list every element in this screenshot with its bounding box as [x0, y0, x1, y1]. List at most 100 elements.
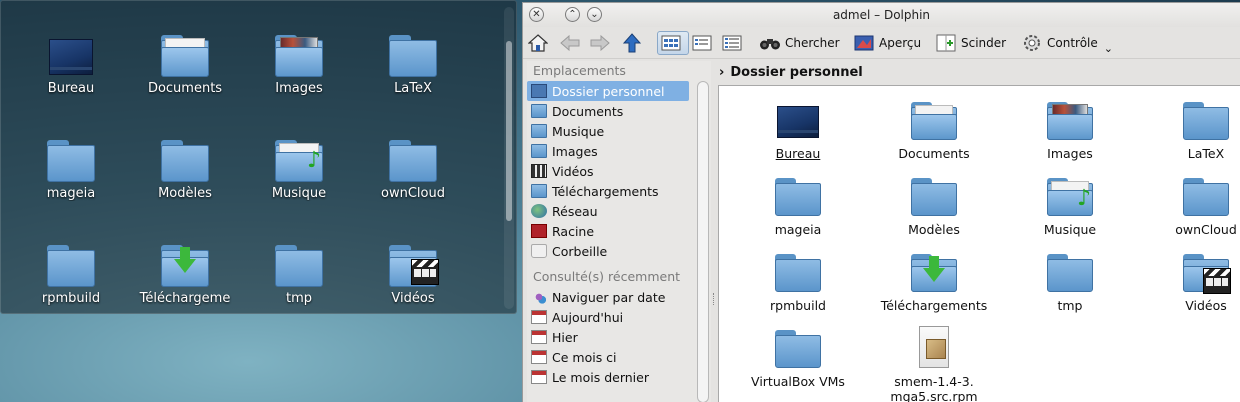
videos-folder-icon	[1183, 254, 1231, 294]
desktop-item-videos[interactable]: Vidéos	[357, 219, 469, 309]
file-item-smem-rpm[interactable]: smem-1.4-3. mga5.src.rpm	[867, 326, 1001, 402]
places-item-home[interactable]: Dossier personnel	[527, 81, 689, 101]
desktop-item-mageia[interactable]: mageia	[15, 114, 127, 204]
file-item-latex[interactable]: LaTeX	[1139, 102, 1240, 161]
places-item-trash[interactable]: Corbeille	[527, 241, 711, 261]
desktop-item-tmp[interactable]: tmp	[243, 219, 355, 309]
folder-icon	[1183, 102, 1229, 140]
compact-view-button[interactable]	[691, 31, 717, 55]
chevron-right-icon: ›	[719, 64, 725, 80]
recent-item-today[interactable]: Aujourd'hui	[527, 307, 711, 327]
rpm-package-icon	[911, 326, 957, 368]
up-button[interactable]	[621, 31, 647, 55]
desktop-item-bureau[interactable]: Bureau	[15, 9, 127, 99]
home-folder-icon	[531, 84, 547, 98]
folder-icon	[911, 178, 957, 216]
desktop-item-musique[interactable]: ♪ Musique	[243, 114, 355, 204]
gear-icon	[1021, 33, 1043, 53]
forward-button[interactable]	[589, 31, 615, 55]
places-item-network[interactable]: Réseau	[527, 201, 711, 221]
control-menu-button[interactable]: Contrôle ⌄	[1021, 31, 1113, 55]
places-panel: Emplacements Dossier personnel Documents…	[527, 61, 711, 402]
places-item-images[interactable]: Images	[527, 141, 711, 161]
file-item-musique[interactable]: ♪ Musique	[1003, 178, 1137, 237]
split-view-icon	[935, 33, 957, 53]
file-item-documents[interactable]: Documents	[867, 102, 1001, 161]
recent-item-browse-by-date[interactable]: Naviguer par date	[527, 287, 711, 307]
desktop-item-documents[interactable]: Documents	[129, 9, 241, 99]
calendar-nav-icon	[531, 290, 547, 304]
folder-icon	[47, 245, 95, 287]
file-item-virtualbox-vms[interactable]: VirtualBox VMs	[731, 330, 865, 389]
downloads-folder-icon	[911, 254, 957, 292]
documents-folder-icon	[911, 102, 957, 140]
places-item-downloads[interactable]: Téléchargements	[527, 181, 711, 201]
search-button[interactable]: Chercher	[759, 31, 840, 55]
desktop-item-latex[interactable]: LaTeX	[357, 9, 469, 99]
arrow-right-icon	[589, 33, 611, 53]
folder-icon	[775, 178, 821, 216]
folder-icon	[1047, 254, 1093, 292]
images-folder-icon	[275, 35, 323, 77]
recent-item-this-month[interactable]: Ce mois ci	[527, 347, 711, 367]
places-item-root[interactable]: Racine	[527, 221, 711, 241]
panel-splitter[interactable]	[713, 293, 715, 305]
places-item-documents[interactable]: Documents	[527, 101, 711, 121]
arrow-left-icon	[559, 33, 581, 53]
trash-icon	[531, 244, 547, 258]
icons-view-button[interactable]	[657, 31, 689, 55]
breadcrumb[interactable]: › Dossier personnel	[719, 61, 863, 83]
file-item-images[interactable]: Images	[1003, 102, 1137, 161]
desktop-item-modeles[interactable]: Modèles	[129, 114, 241, 204]
documents-folder-icon	[161, 35, 209, 77]
file-item-videos[interactable]: Vidéos	[1139, 254, 1240, 313]
folder-icon	[275, 245, 323, 287]
calendar-icon	[531, 350, 547, 364]
downloads-folder-icon	[531, 184, 547, 198]
file-view[interactable]: Bureau Documents Images LaTeX mageia Mod…	[718, 85, 1240, 402]
places-item-videos[interactable]: Vidéos	[527, 161, 711, 181]
music-folder-icon	[531, 124, 547, 138]
file-item-tmp[interactable]: tmp	[1003, 254, 1137, 313]
file-item-modeles[interactable]: Modèles	[867, 178, 1001, 237]
toolbar: Chercher Aperçu Scinder Contrôle ⌄	[523, 27, 1240, 59]
file-item-mageia[interactable]: mageia	[731, 178, 865, 237]
videos-folder-icon	[389, 245, 439, 287]
title-bar: ✕ ⌃ ⌄ admel – Dolphin	[523, 3, 1240, 27]
details-view-icon	[721, 33, 743, 53]
back-button[interactable]	[559, 31, 585, 55]
window-title: admel – Dolphin	[832, 8, 931, 22]
recent-item-last-month[interactable]: Le mois dernier	[527, 367, 711, 387]
places-header: Emplacements	[533, 63, 626, 78]
desktop-item-owncloud[interactable]: ownCloud	[357, 114, 469, 204]
desktop-scrollbar[interactable]	[504, 7, 514, 309]
split-button[interactable]: Scinder	[935, 31, 1006, 55]
compact-view-icon	[691, 33, 713, 53]
folder-icon	[1183, 178, 1229, 216]
desktop-item-images[interactable]: Images	[243, 9, 355, 99]
home-button[interactable]	[527, 31, 553, 55]
folder-icon	[775, 254, 821, 292]
desktop-item-telechargements[interactable]: Téléchargeme	[129, 219, 241, 309]
file-item-owncloud[interactable]: ownCloud	[1139, 178, 1240, 237]
file-item-telechargements[interactable]: Téléchargements	[867, 254, 1001, 313]
videos-icon	[531, 164, 547, 178]
folder-icon	[389, 140, 437, 182]
file-item-rpmbuild[interactable]: rpmbuild	[731, 254, 865, 313]
folder-icon	[775, 330, 821, 368]
home-icon	[527, 33, 549, 53]
desktop-folder-icon	[47, 35, 95, 77]
desktop-item-rpmbuild[interactable]: rpmbuild	[15, 219, 127, 309]
file-item-bureau[interactable]: Bureau	[731, 102, 865, 161]
images-folder-icon	[531, 144, 547, 158]
places-item-music[interactable]: Musique	[527, 121, 711, 141]
details-view-button[interactable]	[721, 31, 747, 55]
globe-icon	[531, 204, 547, 218]
desktop-scrollbar-thumb[interactable]	[506, 41, 512, 221]
preview-button[interactable]: Aperçu	[853, 31, 921, 55]
folder-icon	[531, 104, 547, 118]
folder-icon	[47, 140, 95, 182]
calendar-icon	[531, 330, 547, 344]
places-scrollbar[interactable]	[697, 81, 709, 402]
recent-item-yesterday[interactable]: Hier	[527, 327, 711, 347]
